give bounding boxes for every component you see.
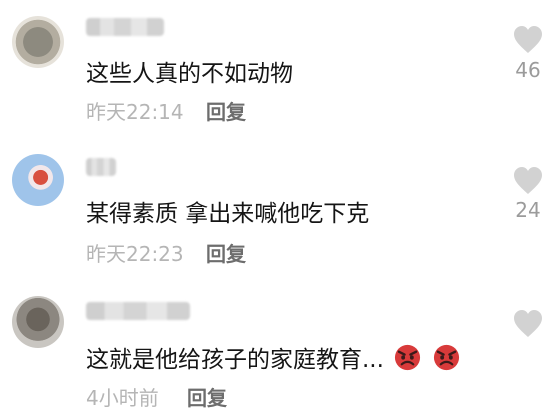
- heart-icon[interactable]: [512, 24, 544, 56]
- heart-icon[interactable]: [512, 308, 544, 340]
- reply-button[interactable]: 回复: [206, 96, 246, 125]
- user-avatar[interactable]: [12, 154, 64, 206]
- username-blurred[interactable]: [86, 302, 190, 320]
- like-count: 24: [515, 198, 541, 222]
- reply-button[interactable]: 回复: [206, 238, 246, 267]
- heart-icon[interactable]: [512, 165, 544, 197]
- comment-time: 昨天22:14: [86, 100, 184, 124]
- user-avatar[interactable]: [12, 296, 64, 348]
- comment-time: 昨天22:23: [86, 242, 184, 266]
- user-avatar[interactable]: [12, 16, 64, 68]
- comment-text: 这些人真的不如动物: [86, 61, 293, 87]
- comment-text: 某得素质 拿出来喊他吃下克: [86, 201, 370, 227]
- angry-face-icon: [395, 344, 421, 371]
- reply-button[interactable]: 回复: [187, 382, 227, 411]
- username-blurred[interactable]: [86, 158, 116, 176]
- username-blurred[interactable]: [86, 18, 164, 36]
- comment-text: 这就是他给孩子的家庭教育...: [86, 340, 461, 374]
- comment-time: 4小时前: [86, 386, 159, 410]
- like-count: 46: [515, 58, 541, 82]
- comment-text-body: 这就是他给孩子的家庭教育...: [86, 347, 384, 373]
- angry-face-icon: [433, 344, 459, 371]
